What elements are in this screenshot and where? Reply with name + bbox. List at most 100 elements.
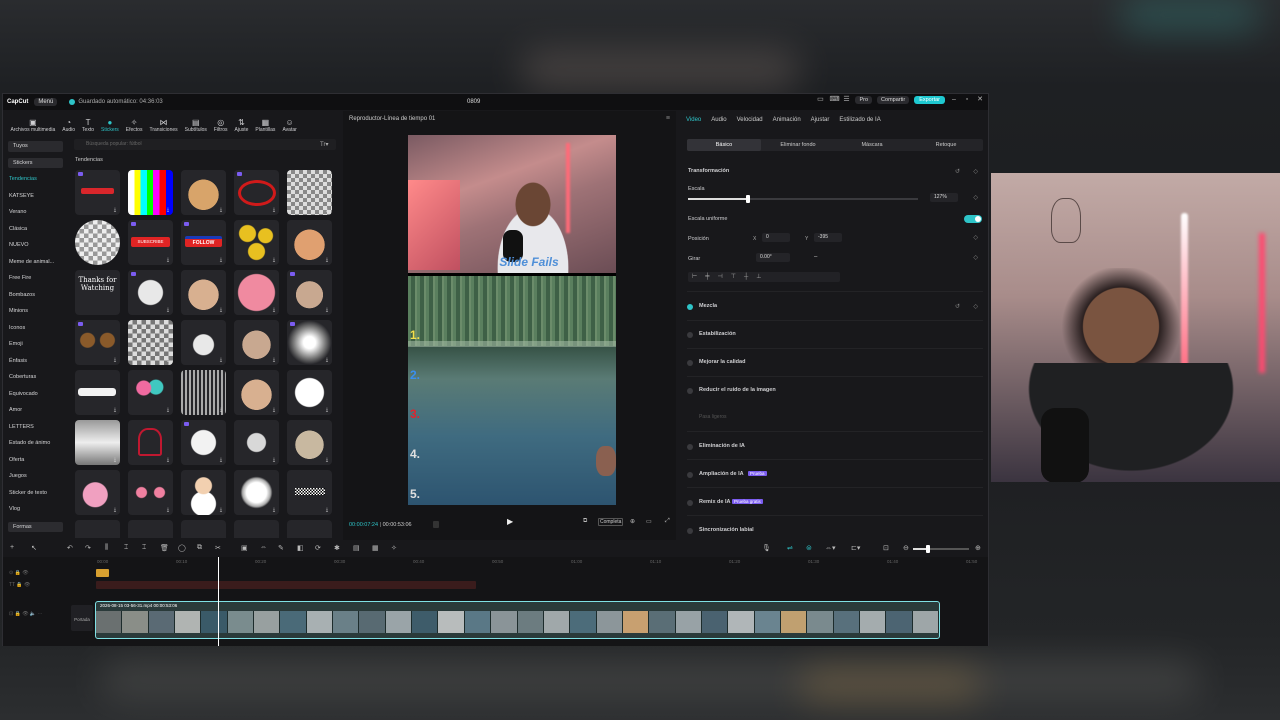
sticker-item[interactable]: FOLLOW ⤓ xyxy=(181,220,226,265)
subtab-basic[interactable]: Básico xyxy=(687,139,761,151)
scale-slider[interactable] xyxy=(688,195,918,203)
tab-filters[interactable]: ◎ Filtros xyxy=(210,113,231,133)
player-menu-icon[interactable]: ≡ xyxy=(666,115,670,122)
subtab-mask[interactable]: Máscara xyxy=(835,139,909,151)
tab-media[interactable]: ▣ Archivos multimedia xyxy=(7,113,59,133)
delete-icon[interactable]: 🗑 xyxy=(160,544,169,552)
category-item[interactable]: Coberturas xyxy=(9,374,36,380)
microphone-icon[interactable]: 🎙 xyxy=(762,544,771,552)
blend-checkbox[interactable] xyxy=(687,304,693,310)
category-selector[interactable]: Tuyos xyxy=(8,141,63,152)
waveform-icon[interactable] xyxy=(433,521,439,528)
tab-transitions[interactable]: ⋈ Transiciones xyxy=(146,113,181,133)
option-label[interactable]: Reducir el ruido de la imagen xyxy=(699,387,776,393)
split-right-icon[interactable]: ⌶ xyxy=(142,544,146,552)
sticker-item[interactable]: ⤓ xyxy=(181,320,226,365)
enhance-checkbox[interactable] xyxy=(687,360,693,366)
option-label[interactable]: Sincronización labial xyxy=(699,527,754,533)
category-item[interactable]: Iconos xyxy=(9,325,25,331)
mirror-icon[interactable]: ◧ xyxy=(297,544,304,552)
zoom-icon[interactable]: ⊕ xyxy=(630,518,635,525)
align-left-icon[interactable]: ⊢ xyxy=(692,272,697,282)
redo-icon[interactable]: ↷ xyxy=(85,544,91,552)
category-item[interactable]: Tendencias xyxy=(9,176,37,182)
sticker-item[interactable]: ⤓ xyxy=(128,370,173,415)
media-tool-icon[interactable]: ▣ xyxy=(241,544,248,552)
tab-stickers[interactable]: ● Stickers xyxy=(98,113,123,133)
zoom-handle[interactable] xyxy=(926,545,930,553)
edit-tool-icon[interactable]: ✎ xyxy=(278,544,284,552)
transition-tool-icon[interactable]: ⇔ xyxy=(260,544,267,551)
category-item[interactable]: Juegos xyxy=(9,473,27,479)
tab-audio-settings[interactable]: Audio xyxy=(711,117,726,123)
align-top-icon[interactable]: ⊤ xyxy=(731,272,736,282)
text-tool-icon[interactable]: ▤ xyxy=(353,544,360,552)
sticker-item[interactable]: ⤓ xyxy=(75,320,120,365)
sticker-item[interactable]: ⤓ xyxy=(234,220,279,265)
uniform-scale-toggle[interactable] xyxy=(964,215,982,223)
category-item[interactable]: Minions xyxy=(9,308,28,314)
split-icon[interactable]: ⫼ xyxy=(105,544,108,552)
option-label[interactable]: Eliminación de IA xyxy=(699,443,745,449)
category-item[interactable]: Bombazos xyxy=(9,292,35,298)
undo-icon[interactable]: ↶ xyxy=(67,544,73,552)
sticker-item[interactable] xyxy=(75,520,120,538)
category-item[interactable]: Oferta xyxy=(9,457,24,463)
marker-icon[interactable]: ◯ xyxy=(178,544,186,552)
sticker-item[interactable]: ⤓ xyxy=(128,320,173,365)
minimize-icon[interactable]: – xyxy=(950,96,958,104)
select-icon[interactable]: ↖ xyxy=(31,544,37,552)
align-bottom-icon[interactable]: ⊥ xyxy=(756,272,761,282)
magic-icon[interactable]: ✧ xyxy=(391,544,397,552)
link-icon[interactable]: ⊜ xyxy=(806,544,812,552)
zoom-out-icon[interactable]: ⊖ xyxy=(903,544,909,552)
sticker-item[interactable] xyxy=(234,520,279,538)
category-item[interactable]: Vlog xyxy=(9,506,20,512)
hd-icon[interactable]: ▭ xyxy=(646,518,652,525)
tab-ai-style[interactable]: Estilizado de IA xyxy=(839,117,880,123)
keyframe-icon[interactable]: ◇ xyxy=(973,303,978,310)
sticker-search-input[interactable]: Búsqueda popular: fútbol xyxy=(74,139,336,150)
keyframe-icon[interactable]: ◇ xyxy=(973,234,978,241)
main-track-icon[interactable]: ⇌ xyxy=(787,544,793,552)
sticker-item[interactable]: ⤓ xyxy=(128,420,173,465)
zoom-in-icon[interactable]: ⊕ xyxy=(975,544,981,552)
pro-button[interactable]: Pro xyxy=(855,96,873,104)
sticker-item[interactable]: ⤓ xyxy=(287,320,332,365)
category-item[interactable]: Verano xyxy=(9,209,26,215)
tab-text[interactable]: T Texto xyxy=(79,113,98,133)
sticker-item[interactable] xyxy=(181,520,226,538)
track-controls[interactable]: ⊡ 🔒 👁 🔈 ⋯ xyxy=(9,611,43,617)
sticker-item[interactable]: ⤓ xyxy=(287,220,332,265)
text-style-icon[interactable]: Tr▾ xyxy=(320,141,328,148)
snap-icon[interactable]: ⇔▾ xyxy=(825,544,836,552)
fit-icon[interactable]: ⊡ xyxy=(883,544,889,552)
sticker-item[interactable]: ⤓ xyxy=(287,270,332,315)
category-item[interactable]: NUEVO xyxy=(9,242,29,248)
timeline-ruler[interactable]: 00:00 00:10 00:20 00:30 00:40 00:50 01:0… xyxy=(95,559,985,569)
play-icon[interactable]: ▶ xyxy=(507,517,513,526)
track-controls[interactable]: ⊙ 🔒 👁 xyxy=(9,570,29,576)
video-clip[interactable]: 2026-08-15 03-56-31.mp4 00:00:53:06 xyxy=(95,601,940,639)
keyframe-icon[interactable]: ◇ xyxy=(973,254,978,261)
sticker-item[interactable]: ⤓ xyxy=(75,370,120,415)
sticker-item[interactable]: ⤓ xyxy=(234,470,279,515)
ai-remix-checkbox[interactable] xyxy=(687,500,693,506)
sticker-item[interactable]: SUBSCRIBE ⤓ xyxy=(128,220,173,265)
sticker-clip[interactable] xyxy=(96,569,109,577)
track-controls[interactable]: TT 🔒 👁 xyxy=(9,582,30,588)
sticker-item[interactable]: ⤓ xyxy=(287,370,332,415)
sticker-item[interactable]: ⤓ xyxy=(128,470,173,515)
shortcut-icon[interactable]: ⌨ xyxy=(829,96,839,104)
keyframe-icon[interactable]: ◇ xyxy=(973,194,978,201)
sticker-item[interactable]: ⤓ xyxy=(128,170,173,215)
align-right-icon[interactable]: ⊣ xyxy=(718,272,723,282)
sticker-item[interactable]: ⤓ xyxy=(234,370,279,415)
export-button[interactable]: Exportar xyxy=(914,96,945,104)
sticker-item[interactable]: ⤓ xyxy=(234,270,279,315)
category-item[interactable]: KATSEYE xyxy=(9,193,34,199)
sticker-item[interactable]: ⤓ xyxy=(75,420,120,465)
tab-audio[interactable]: ◔ Audio xyxy=(59,113,79,133)
zoom-slider[interactable] xyxy=(913,545,969,553)
sticker-item[interactable]: ⤓ xyxy=(181,170,226,215)
